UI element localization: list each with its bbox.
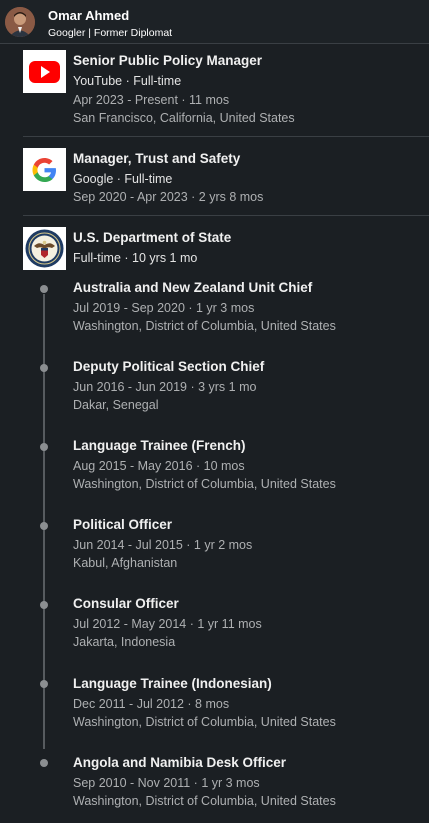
role-title[interactable]: Consular Officer bbox=[73, 596, 179, 612]
youtube-logo-icon[interactable] bbox=[23, 50, 66, 93]
role-title[interactable]: Angola and Namibia Desk Officer bbox=[73, 755, 286, 771]
role-dates: Dec 2011 - Jul 2012 · 8 mos bbox=[73, 697, 230, 711]
timeline-dot bbox=[40, 601, 48, 609]
experience-dates: Sep 2020 - Apr 2023 · 2 yrs 8 mos bbox=[73, 190, 264, 204]
profile-name[interactable]: Omar Ahmed bbox=[48, 8, 129, 23]
state-department-seal-icon[interactable] bbox=[23, 227, 66, 270]
role-dates: Jun 2016 - Jun 2019 · 3 yrs 1 mo bbox=[73, 380, 257, 394]
experience-location: San Francisco, California, United States bbox=[73, 111, 295, 125]
experience-company: Google · Full-time bbox=[73, 172, 173, 186]
role-title[interactable]: Australia and New Zealand Unit Chief bbox=[73, 280, 312, 296]
divider bbox=[23, 136, 429, 137]
role-dates: Aug 2015 - May 2016 · 10 mos bbox=[73, 459, 245, 473]
divider bbox=[23, 215, 429, 216]
profile-headline: Googler | Former Diplomat bbox=[48, 27, 173, 39]
role-location: Washington, District of Columbia, United… bbox=[73, 715, 336, 729]
role-location: Dakar, Senegal bbox=[73, 398, 159, 412]
timeline-dot bbox=[40, 522, 48, 530]
role-title[interactable]: Deputy Political Section Chief bbox=[73, 359, 264, 375]
experience-title[interactable]: Manager, Trust and Safety bbox=[73, 151, 240, 167]
profile-header: Omar Ahmed Googler | Former Diplomat bbox=[0, 0, 429, 44]
timeline-dot bbox=[40, 364, 48, 372]
timeline-dot bbox=[40, 443, 48, 451]
timeline-dot bbox=[40, 285, 48, 293]
role-location: Washington, District of Columbia, United… bbox=[73, 477, 336, 491]
experience-type-duration: Full-time · 10 yrs 1 mo bbox=[73, 251, 198, 265]
avatar[interactable] bbox=[5, 7, 35, 37]
role-title[interactable]: Language Trainee (French) bbox=[73, 438, 246, 454]
timeline-dot bbox=[40, 680, 48, 688]
role-title[interactable]: Political Officer bbox=[73, 517, 172, 533]
experience-title[interactable]: Senior Public Policy Manager bbox=[73, 53, 262, 69]
role-location: Washington, District of Columbia, United… bbox=[73, 319, 336, 333]
experience-company-name[interactable]: U.S. Department of State bbox=[73, 230, 231, 246]
role-location: Jakarta, Indonesia bbox=[73, 635, 176, 649]
role-location: Washington, District of Columbia, United… bbox=[73, 794, 336, 808]
role-dates: Jul 2019 - Sep 2020 · 1 yr 3 mos bbox=[73, 301, 255, 315]
experience-dates: Apr 2023 - Present · 11 mos bbox=[73, 93, 230, 107]
role-location: Kabul, Afghanistan bbox=[73, 556, 178, 570]
experience-company: YouTube · Full-time bbox=[73, 74, 182, 88]
role-title[interactable]: Language Trainee (Indonesian) bbox=[73, 676, 272, 692]
google-logo-icon[interactable] bbox=[23, 148, 66, 191]
role-dates: Jul 2012 - May 2014 · 1 yr 11 mos bbox=[73, 617, 262, 631]
timeline-dot bbox=[40, 759, 48, 767]
role-dates: Jun 2014 - Jul 2015 · 1 yr 2 mos bbox=[73, 538, 253, 552]
role-dates: Sep 2010 - Nov 2011 · 1 yr 3 mos bbox=[73, 776, 260, 790]
